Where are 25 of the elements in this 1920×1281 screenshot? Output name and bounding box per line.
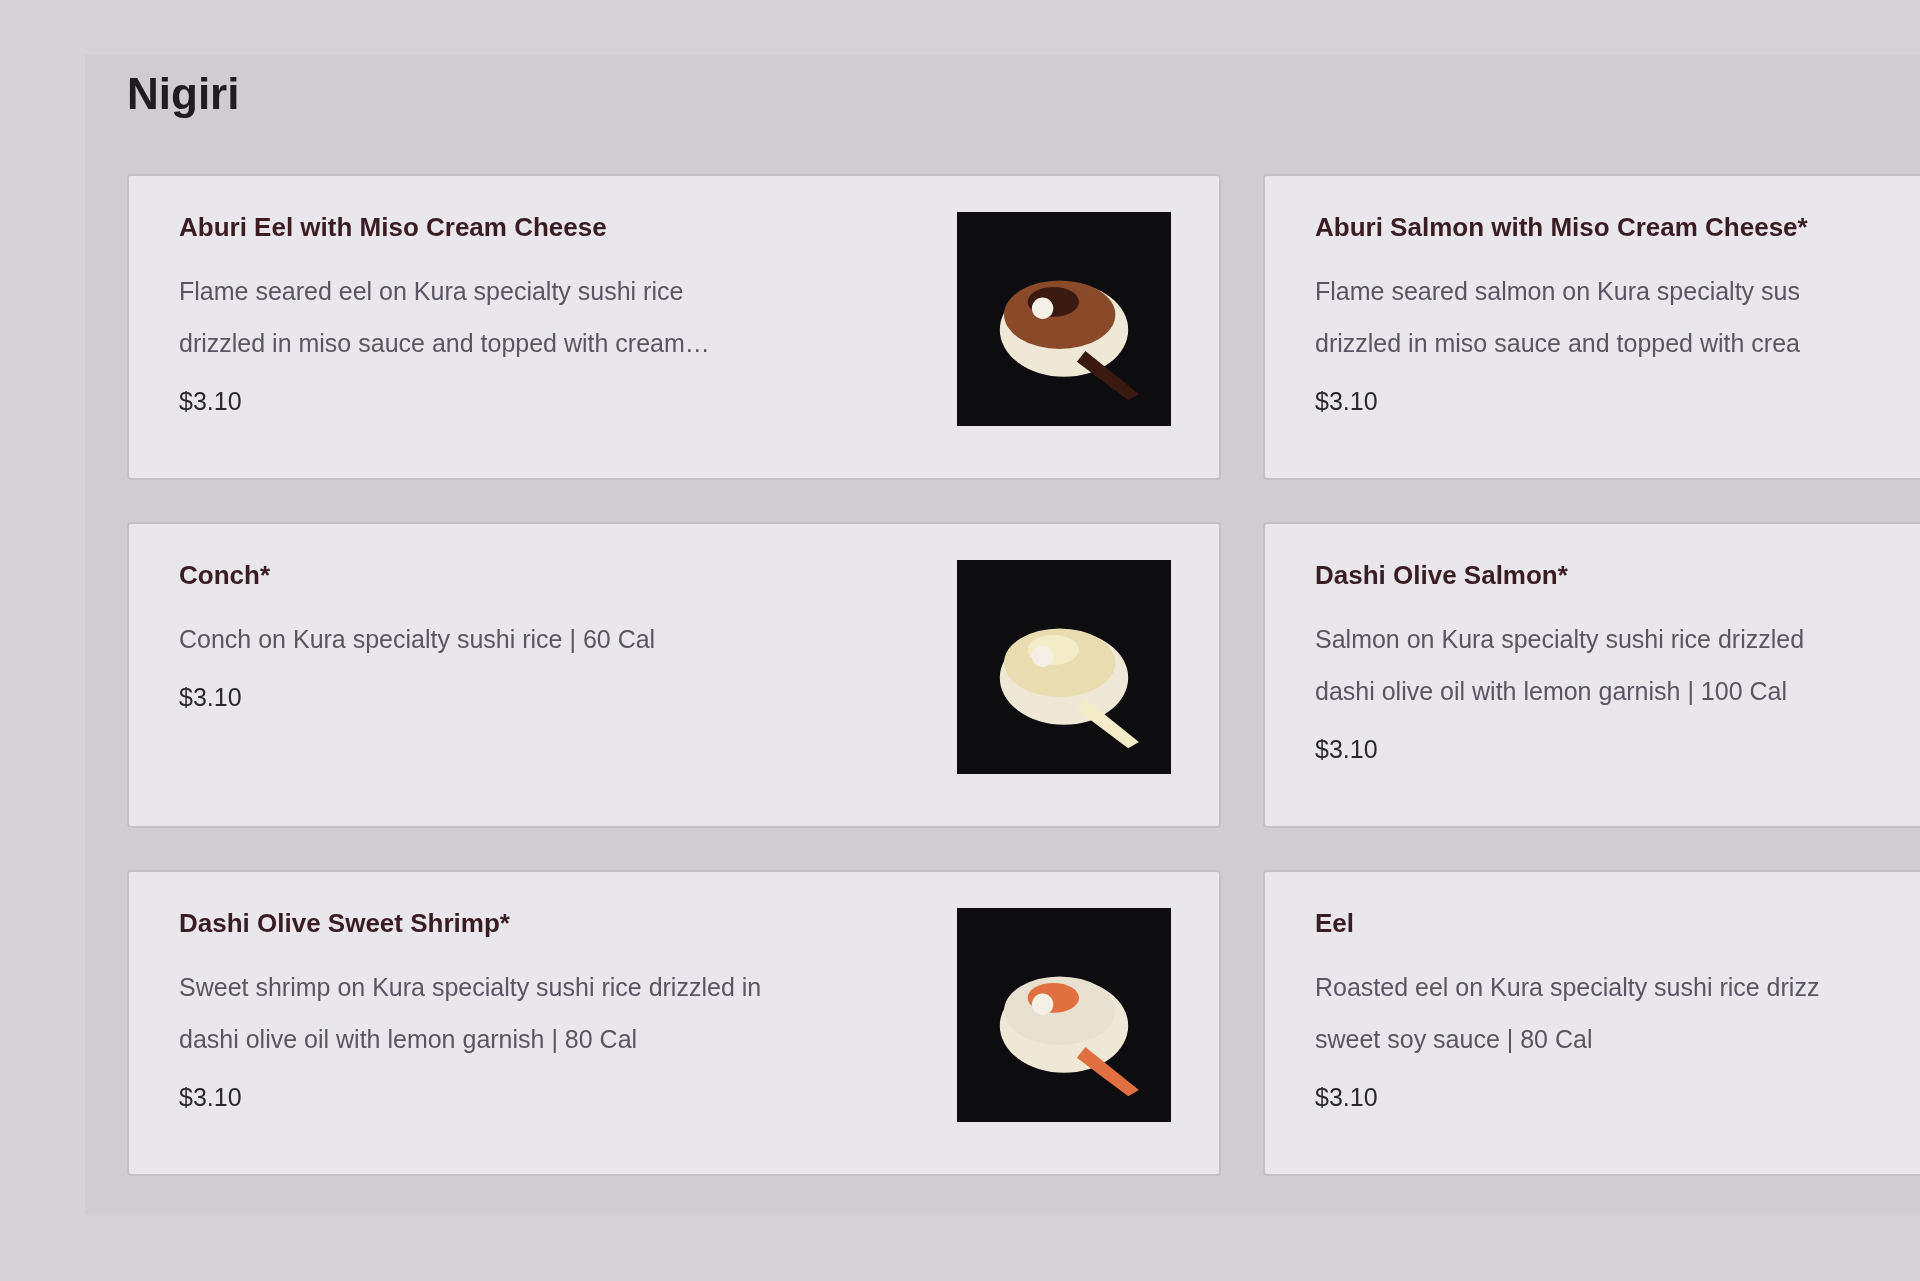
menu-item-card[interactable]: Dashi Olive Salmon* Salmon on Kura specialty sushi rice drizzled dashi olive oil with lemon garnish | 100 Cal $3.10	[1263, 522, 1920, 829]
menu-item-card[interactable]: Aburi Salmon with Miso Cream Cheese* Flame seared salmon on Kura specialty sus drizzled in miso sauce and topped with crea $3.10	[1263, 174, 1920, 481]
menu-item-card[interactable]: Dashi Olive Sweet Shrimp* Sweet shrimp on Kura specialty sushi rice drizzled in dashi olive oil with lemon garnish | 80 Cal $3.10	[127, 870, 1221, 1177]
item-description: Flame seared eel on Kura specialty sushi rice drizzled in miso sauce and topped with cream…	[179, 276, 710, 360]
item-name: Aburi Salmon with Miso Cream Cheese*	[1315, 212, 1808, 244]
item-description: Sweet shrimp on Kura specialty sushi rice drizzled in dashi olive oil with lemon garnish | 80 Cal	[179, 972, 762, 1056]
item-name: Eel	[1315, 908, 1356, 940]
item-description: Conch on Kura specialty sushi rice | 60 Cal	[179, 624, 656, 656]
item-description: Salmon on Kura specialty sushi rice drizzled dashi olive oil with lemon garnish | 100 Cal	[1315, 624, 1805, 708]
item-price: $3.10	[1315, 387, 1379, 417]
section-heading: Nigiri	[127, 68, 241, 120]
item-description: Roasted eel on Kura specialty sushi rice drizz sweet soy sauce | 80 Cal	[1315, 972, 1820, 1056]
item-name: Conch*	[179, 560, 271, 592]
menu-item-card[interactable]: Eel Roasted eel on Kura specialty sushi rice drizz sweet soy sauce | 80 Cal $3.10	[1263, 870, 1920, 1177]
menu-item-card[interactable]: Aburi Eel with Miso Cream Cheese Flame seared eel on Kura specialty sushi rice drizzled in miso sauce and topped with cream… $3.10	[127, 174, 1221, 481]
item-price: $3.10	[179, 387, 243, 417]
item-price: $3.10	[179, 1083, 243, 1113]
item-price: $3.10	[179, 683, 243, 713]
item-description: Flame seared salmon on Kura specialty sus drizzled in miso sauce and topped with crea	[1315, 276, 1801, 360]
item-name: Dashi Olive Salmon*	[1315, 560, 1569, 592]
item-name: Dashi Olive Sweet Shrimp*	[179, 908, 511, 940]
item-name: Aburi Eel with Miso Cream Cheese	[179, 212, 608, 244]
menu-item-card[interactable]: Conch* Conch on Kura specialty sushi rice | 60 Cal $3.10	[127, 522, 1221, 829]
item-price: $3.10	[1315, 735, 1379, 765]
item-price: $3.10	[1315, 1083, 1379, 1113]
